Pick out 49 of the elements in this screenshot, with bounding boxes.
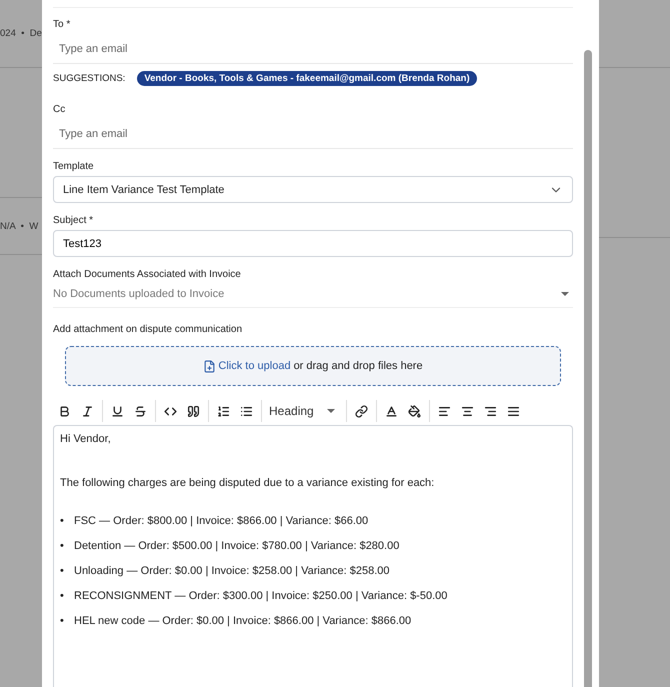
suggestion-chip[interactable]: Vendor - Books, Tools & Games - fakeemail@gmail.com (Brenda Rohan) [137,71,477,86]
strikethrough-icon [134,404,147,418]
field-label: Cc [53,103,66,116]
subject-field[interactable]: Test123 [53,230,573,257]
bullet-marker: • [60,564,65,578]
bullet-list-icon [240,404,253,418]
text-color-icon [385,404,398,418]
italic-icon [81,404,94,418]
bullet-marker: • [60,589,65,603]
suggestions-label: SUGGESTIONS: [53,73,126,84]
field-label: Add attachment on dispute communication [53,323,243,336]
file-plus-icon [203,360,216,372]
upload-dropzone[interactable]: Click to upload or drag and drop files here [65,346,561,386]
bullet-marker: • [60,614,65,628]
bold-icon [58,404,71,418]
bullet-item: HEL new code — Order: $0.00 | Invoice: $866.00 | Variance: $866.00 [74,614,412,628]
field-label: To * [53,18,72,31]
bullet-item: Detention — Order: $500.00 | Invoice: $780.00 | Variance: $280.00 [74,539,400,553]
background-text: 024 • De [0,28,42,39]
bullet-item: RECONSIGNMENT — Order: $300.00 | Invoice: $250.00 | Variance: $-50.00 [74,589,448,603]
dropdown-triangle-icon [327,409,335,413]
align-justify-icon [507,404,520,418]
editor-paragraph: Hi Vendor, [60,432,112,446]
editor-paragraph: The following charges are being disputed due to a variance existing for each: [60,476,436,490]
highlight-icon [408,404,421,418]
background-text: N/A • W [0,220,38,232]
field-label: Subject * [53,214,94,227]
field-label: Attach Documents Associated with Invoice [53,268,242,281]
bullet-marker: • [60,514,65,528]
heading-dropdown[interactable]: Heading [265,404,343,418]
align-right-icon [484,404,497,418]
bullet-item: FSC — Order: $800.00 | Invoice: $866.00 | Variance: $66.00 [74,514,368,528]
message-editor[interactable] [53,425,573,687]
bullet-item: Unloading — Order: $0.00 | Invoice: $258.00 | Variance: $258.00 [74,564,390,578]
quote-icon [187,404,200,418]
dropzone-text: or drag and drop files here [294,360,423,372]
dropdown-triangle-icon [561,292,569,296]
upload-link[interactable]: Click to upload [203,360,291,372]
documents-select[interactable]: No Documents uploaded to Invoice [53,284,573,308]
ordered-list-icon [217,404,230,418]
align-center-icon [461,404,474,418]
code-icon [164,404,177,418]
scrollbar-thumb[interactable] [584,50,592,687]
align-left-icon [438,404,451,418]
template-select[interactable]: Line Item Variance Test Template [53,176,573,203]
underline-icon [111,404,124,418]
link-icon [355,404,368,418]
field-label: Template [53,160,95,173]
bullet-marker: • [60,539,65,553]
